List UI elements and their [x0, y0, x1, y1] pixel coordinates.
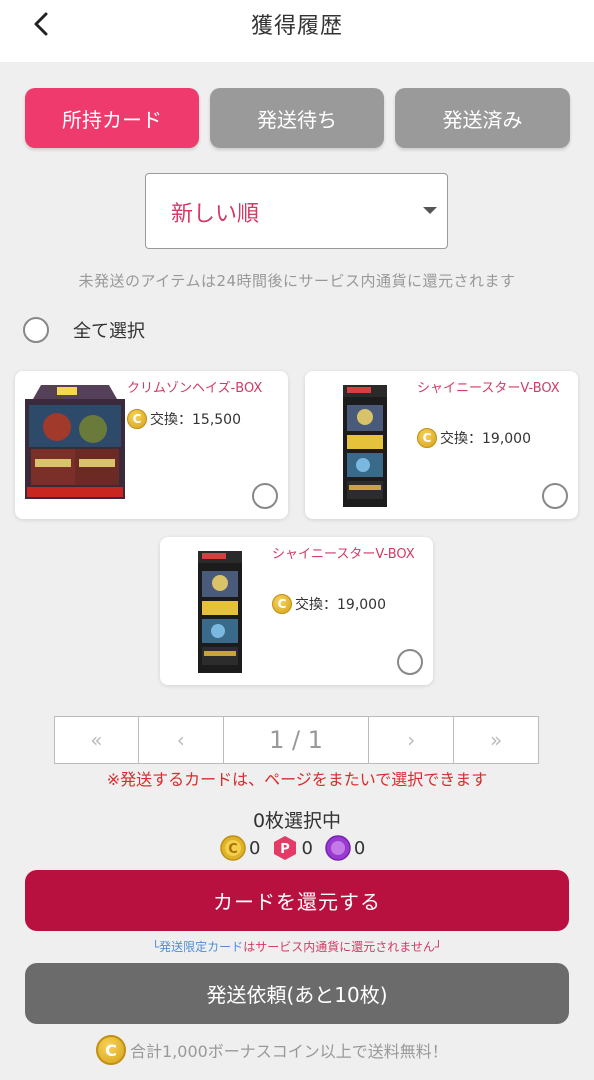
selected-count: 0枚選択中 — [252, 810, 342, 832]
card-price-label: 交換：19,000 — [295, 597, 386, 613]
coin-icon: C — [96, 1035, 126, 1065]
page-first-button[interactable]: « — [55, 717, 139, 763]
page-current: 1 / 1 — [224, 717, 370, 763]
return-note-rest: はサービス内通貨に還元されません┘ — [243, 940, 443, 954]
return-note: └発送限定カードはサービス内通貨に還元されません┘ — [0, 938, 594, 955]
card-price: C 交換：19,000 — [272, 594, 386, 614]
card-price: C 交換：15,500 — [127, 409, 241, 429]
pagination-note: ※発送するカードは、ページをまたいで選択できます — [106, 770, 488, 789]
card-name: クリムゾンヘイズ-BOX — [127, 381, 263, 396]
svg-text:P: P — [281, 842, 291, 857]
special-currency-icon — [325, 835, 351, 861]
free-shipping-note: C 合計1,000ボーナスコイン以上で送料無料！ — [96, 1034, 448, 1066]
card-select-radio[interactable] — [252, 483, 278, 509]
card-select-radio[interactable] — [397, 649, 423, 675]
crimson-haze-box-image — [25, 385, 125, 499]
select-all-toggle[interactable]: 全て選択 — [23, 315, 145, 345]
page-prev-button[interactable]: ‹ — [139, 717, 224, 763]
coin-balance: 0 — [249, 837, 261, 859]
special-balance: 0 — [353, 837, 366, 859]
card-item[interactable]: クリムゾンヘイズ-BOX C 交換：15,500 — [15, 371, 288, 519]
caret-down-icon — [423, 207, 437, 214]
sort-dropdown[interactable]: 新しい順 — [145, 173, 448, 249]
card-item[interactable]: シャイニースターV-BOX C 交換：19,000 — [160, 537, 433, 685]
tab-shipped[interactable]: 発送済み — [395, 88, 570, 148]
card-price: C 交換：19,000 — [417, 428, 531, 448]
page-next-button[interactable]: › — [369, 717, 455, 763]
card-select-radio[interactable] — [542, 483, 568, 509]
point-balance: 0 — [301, 837, 313, 859]
page-last-button[interactable]: » — [454, 717, 538, 763]
card-price-label: 交換：19,000 — [440, 431, 531, 447]
coin-icon: C — [127, 409, 147, 429]
shiny-star-v-box-image — [198, 551, 242, 673]
tab-bar: 所持カード 発送待ち 発送済み — [25, 88, 570, 148]
auto-return-notice: 未発送のアイテムは24時間後にサービス内通貨に還元されます — [78, 272, 516, 290]
coin-icon: C — [272, 594, 292, 614]
card-name: シャイニースターV-BOX — [417, 381, 560, 396]
select-all-label: 全て選択 — [73, 321, 145, 342]
card-name: シャイニースターV-BOX — [272, 547, 415, 562]
app-header: 獲得履歴 — [0, 0, 594, 62]
card-item[interactable]: シャイニースターV-BOX C 交換：19,000 — [305, 371, 578, 519]
pagination: « ‹ 1 / 1 › » — [54, 716, 539, 764]
page-title: 獲得履歴 — [250, 14, 343, 39]
tab-owned-cards[interactable]: 所持カード — [25, 88, 199, 148]
return-note-highlight: 発送限定カード — [159, 940, 244, 954]
point-icon: P — [274, 836, 297, 860]
ship-request-button[interactable]: 発送依頼(あと10枚) — [25, 963, 569, 1024]
coin-icon: C — [417, 428, 437, 448]
coin-icon: C — [220, 835, 246, 861]
select-all-radio[interactable] — [23, 317, 49, 343]
balance-summary: C 0 P 0 0 — [220, 833, 377, 863]
return-cards-button[interactable]: カードを還元する — [25, 870, 569, 931]
svg-text:C: C — [228, 842, 238, 857]
tab-awaiting-shipment[interactable]: 発送待ち — [210, 88, 384, 148]
shiny-star-v-box-image — [343, 385, 387, 507]
free-shipping-text: 合計1,000ボーナスコイン以上で送料無料！ — [130, 1042, 448, 1061]
sort-selected-value: 新しい順 — [171, 202, 260, 227]
card-price-label: 交換：15,500 — [150, 412, 241, 428]
